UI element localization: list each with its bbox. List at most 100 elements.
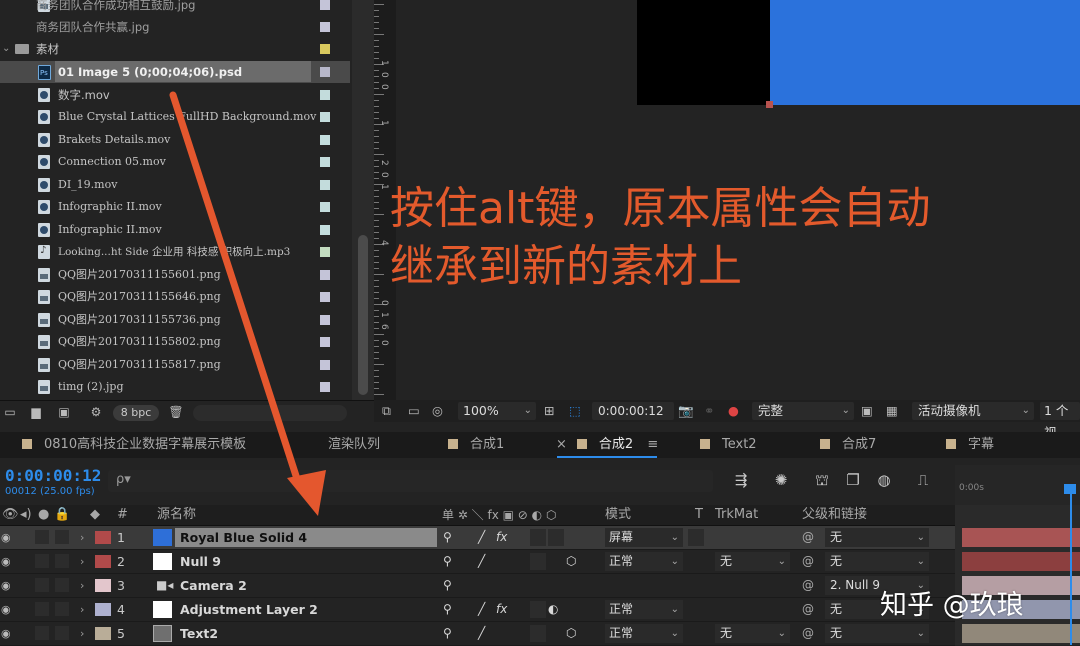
label-swatch[interactable] bbox=[320, 67, 330, 77]
label-color-swatch[interactable] bbox=[95, 579, 111, 592]
motion-blur-switch[interactable] bbox=[530, 601, 546, 618]
chevron-right-icon[interactable]: › bbox=[80, 574, 84, 597]
project-item[interactable]: Connection 05.mov bbox=[0, 151, 350, 173]
label-swatch[interactable] bbox=[320, 180, 330, 190]
label-swatch[interactable] bbox=[320, 315, 330, 325]
layer-name[interactable]: Camera 2 bbox=[180, 574, 247, 597]
layer-name[interactable]: Adjustment Layer 2 bbox=[180, 598, 318, 621]
chevron-down-icon[interactable]: ⌄ bbox=[2, 38, 10, 60]
graph-editor-icon[interactable]: ⎍ bbox=[912, 470, 934, 490]
project-item-selected[interactable]: 01 Image 5 (0;00;04;06).psd bbox=[0, 61, 350, 84]
resolution-dropdown[interactable]: 完整 ⌄ bbox=[752, 402, 854, 420]
solo-switch[interactable] bbox=[35, 554, 49, 568]
label-swatch[interactable] bbox=[320, 292, 330, 302]
project-item[interactable]: Infographic II.mov bbox=[0, 196, 350, 218]
label-swatch[interactable] bbox=[320, 157, 330, 167]
current-time-display[interactable]: 0:00:00:12 bbox=[5, 466, 101, 485]
layer-row[interactable]: ◉ › 3 ■◂ Camera 2 ⚲ @ 2. Null 9 ⌄ bbox=[0, 574, 955, 598]
trkmat-dropdown[interactable]: 无 ⌄ bbox=[715, 624, 790, 643]
tab-render-queue[interactable]: 渲染队列 bbox=[328, 432, 380, 458]
project-folder[interactable]: ⌄ 素材 bbox=[0, 38, 350, 60]
shy-switch-icon[interactable]: ⚲ bbox=[443, 622, 452, 645]
layer-row[interactable]: ◉ › 1 Royal Blue Solid 4 ⚲ ╱ fx 屏幕 ⌄ @ 无 ⌄ bbox=[0, 526, 955, 550]
chevron-right-icon[interactable]: › bbox=[80, 550, 84, 573]
eye-icon[interactable]: ◉ bbox=[1, 526, 11, 549]
project-item[interactable]: QQ图片20170311155736.png bbox=[0, 309, 350, 331]
solo-switch[interactable] bbox=[35, 530, 49, 544]
close-icon[interactable]: × bbox=[556, 437, 567, 452]
project-item[interactable]: Brakets Details.mov bbox=[0, 129, 350, 151]
label-swatch[interactable] bbox=[320, 112, 330, 122]
tab-0810-template[interactable]: 0810高科技企业数据字幕展示模板 bbox=[22, 432, 246, 458]
layer-row[interactable]: ◉ › 4 Adjustment Layer 2 ⚲ ╱ fx ◐ 正常 ⌄ @ … bbox=[0, 598, 955, 622]
layer-duration-bar[interactable] bbox=[962, 528, 1080, 547]
label-swatch[interactable] bbox=[320, 382, 330, 392]
chevron-right-icon[interactable]: › bbox=[80, 598, 84, 621]
adjustment-layer-switch-icon[interactable]: ◐ bbox=[548, 598, 558, 621]
trkmat-dropdown[interactable]: 无 ⌄ bbox=[715, 552, 790, 571]
tab-comp2[interactable]: × 合成2 ≡ bbox=[556, 432, 658, 458]
draft-3d-icon[interactable]: ✺ bbox=[770, 470, 792, 490]
tab-comp7[interactable]: 合成7 bbox=[820, 432, 876, 458]
mode-dropdown[interactable]: 正常 ⌄ bbox=[605, 624, 683, 643]
black-layer-preview[interactable] bbox=[637, 0, 772, 105]
eye-icon[interactable]: ◉ bbox=[1, 574, 11, 597]
color-channel-icon[interactable]: ● bbox=[728, 400, 739, 422]
solo-switch[interactable] bbox=[35, 602, 49, 616]
new-folder-icon[interactable]: ▆ bbox=[28, 406, 44, 419]
label-swatch[interactable] bbox=[320, 270, 330, 280]
lock-switch[interactable] bbox=[55, 554, 69, 568]
layer-name[interactable]: Null 9 bbox=[180, 550, 221, 573]
mode-dropdown[interactable]: 正常 ⌄ bbox=[605, 552, 683, 571]
trash-icon[interactable]: 🗑 bbox=[168, 406, 184, 419]
lock-icon[interactable]: 🔒 bbox=[54, 505, 70, 525]
motion-blur-switch[interactable] bbox=[530, 553, 546, 570]
project-item[interactable]: QQ图片20170311155646.png bbox=[0, 286, 350, 308]
project-item[interactable]: 商务团队合作共赢.jpg bbox=[0, 16, 350, 38]
viewer-timecode[interactable]: 0:00:00:12 bbox=[592, 402, 674, 420]
chevron-right-icon[interactable]: › bbox=[80, 622, 84, 645]
parent-dropdown[interactable]: 无 ⌄ bbox=[825, 552, 929, 571]
mode-dropdown[interactable]: 正常 ⌄ bbox=[605, 600, 683, 619]
project-item[interactable]: QQ图片20170311155817.png bbox=[0, 354, 350, 376]
parent-pick-whip-icon[interactable]: @ bbox=[802, 550, 814, 573]
quality-switch-icon[interactable]: ╱ bbox=[478, 598, 485, 621]
quality-switch-icon[interactable]: ╱ bbox=[478, 526, 485, 549]
project-item[interactable]: QQ图片20170311155601.png bbox=[0, 264, 350, 286]
project-scrollbar[interactable] bbox=[352, 0, 374, 400]
parent-pick-whip-icon[interactable]: @ bbox=[802, 574, 814, 597]
views-dropdown[interactable]: 1 个视 bbox=[1040, 402, 1080, 440]
label-color-swatch[interactable] bbox=[95, 603, 111, 616]
tab-comp1[interactable]: 合成1 bbox=[448, 432, 504, 458]
anchor-point-handle[interactable] bbox=[766, 101, 773, 108]
chevron-right-icon[interactable]: › bbox=[80, 526, 84, 549]
parent-dropdown[interactable]: 无 ⌄ bbox=[825, 624, 929, 643]
solo-switch[interactable] bbox=[35, 578, 49, 592]
solo-switch[interactable] bbox=[35, 626, 49, 640]
layer-name[interactable]: Text2 bbox=[180, 622, 218, 645]
label-swatch[interactable] bbox=[320, 337, 330, 347]
3d-layer-icon[interactable]: ⬡ bbox=[566, 550, 576, 573]
eye-icon[interactable]: ◉ bbox=[1, 598, 11, 621]
project-settings-icon[interactable]: ⚙ bbox=[88, 406, 104, 419]
eye-icon[interactable]: ◉ bbox=[1, 622, 11, 645]
parent-pick-whip-icon[interactable]: @ bbox=[802, 598, 814, 621]
always-preview-icon[interactable]: ⧉ bbox=[382, 400, 391, 422]
label-color-swatch[interactable] bbox=[95, 555, 111, 568]
mask-visibility-icon[interactable]: ◎ bbox=[432, 400, 443, 422]
time-ruler[interactable]: 0:00s bbox=[955, 465, 1080, 505]
current-time-indicator[interactable] bbox=[1070, 486, 1072, 645]
new-composition-icon[interactable]: ▣ bbox=[56, 406, 72, 419]
audio-icon[interactable]: ◂) bbox=[20, 505, 32, 525]
adjustment-switch[interactable] bbox=[548, 529, 564, 546]
label-swatch[interactable] bbox=[320, 360, 330, 370]
camera-snapshot-icon[interactable]: 📷 bbox=[678, 400, 694, 422]
project-item[interactable]: 数字.mov bbox=[0, 84, 350, 106]
quality-switch-icon[interactable]: ╱ bbox=[478, 622, 485, 645]
layer-row[interactable]: ◉ › 5 Text2 ⚲ ╱ ⬡ 正常 ⌄ 无 ⌄ @ 无 ⌄ bbox=[0, 622, 955, 646]
label-tag-icon[interactable]: ◆ bbox=[90, 505, 100, 525]
layer-duration-bar[interactable] bbox=[962, 624, 1080, 643]
frame-blending-icon[interactable]: ❐ bbox=[842, 470, 864, 490]
preserve-transparency-switch[interactable] bbox=[688, 529, 704, 546]
composition-mini-flowchart-icon[interactable]: ⇶ bbox=[730, 470, 752, 490]
